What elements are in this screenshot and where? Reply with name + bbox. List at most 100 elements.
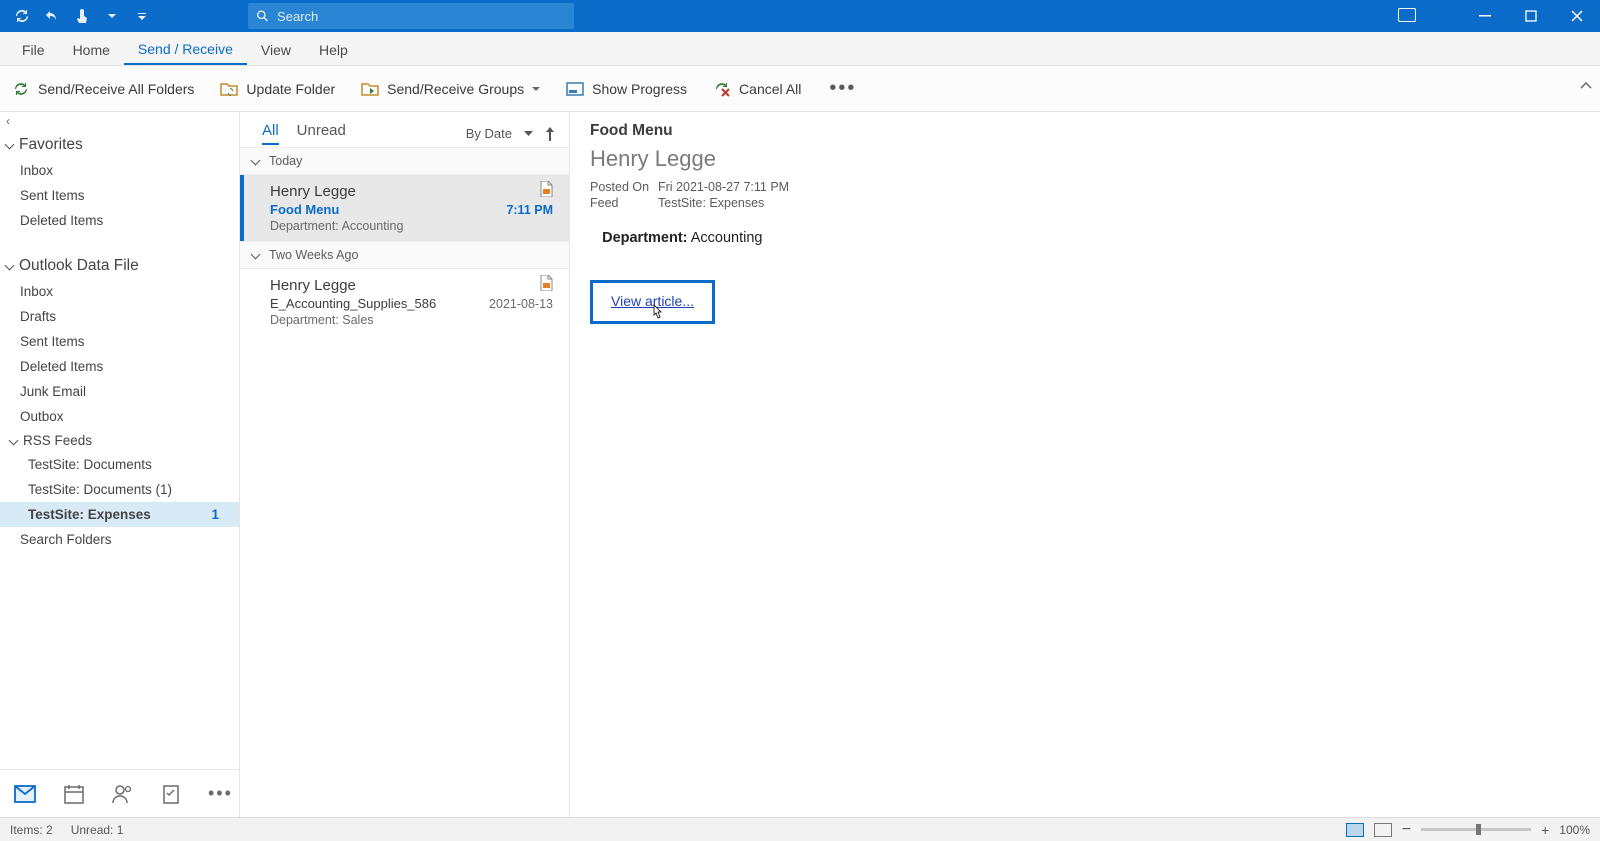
nav-more-icon[interactable]: ••• [208,783,233,804]
title-bar [0,0,1600,32]
tab-send-receive[interactable]: Send / Receive [124,33,247,65]
touch-mode-icon[interactable] [74,8,90,24]
quick-access-toolbar [0,8,150,24]
nav-bar: ••• [0,769,239,817]
ribbon-overflow[interactable]: ••• [823,77,862,100]
chevron-down-icon [6,257,15,275]
filter-all[interactable]: All [262,122,279,145]
meta-posted-on: Posted On Fri 2021-08-27 7:11 PM [590,180,1580,194]
tab-view[interactable]: View [247,34,305,65]
qat-more-icon[interactable] [134,8,150,24]
status-unread: Unread: 1 [71,823,124,837]
message-item[interactable]: Henry Legge E_Accounting_Supplies_586 De… [240,269,569,335]
message-preview: Department: Sales [270,313,553,327]
message-list-pane: All Unread By Date Today Henry Legge Foo… [240,112,570,817]
cmd-show-progress[interactable]: Show Progress [562,76,691,102]
calendar-icon[interactable] [64,784,84,804]
group-header[interactable]: Today [240,147,569,175]
search-box[interactable] [248,3,574,29]
cmd-label: Send/Receive Groups [387,81,524,97]
zoom-out-button[interactable]: − [1402,821,1411,839]
folder-sent-items[interactable]: Sent Items [0,183,239,208]
collapse-folder-pane[interactable]: ‹ [0,112,239,130]
rss-label: RSS Feeds [23,433,92,448]
folder-deleted-items[interactable]: Deleted Items [0,208,239,233]
layout-normal-icon[interactable] [1346,823,1364,837]
folder-deleted-items[interactable]: Deleted Items [0,354,239,379]
favorites-header[interactable]: Favorites [0,130,239,158]
people-icon[interactable] [112,784,134,804]
reading-pane: Food Menu Henry Legge Posted On Fri 2021… [570,112,1600,817]
meta-value: Fri 2021-08-27 7:11 PM [658,180,789,194]
zoom-in-button[interactable]: + [1541,822,1549,838]
meta-label: Posted On [590,180,658,194]
filter-bar: All Unread By Date [240,112,569,147]
attachment-icon [539,181,553,197]
group-label: Two Weeks Ago [269,248,358,262]
collapse-ribbon-icon[interactable] [1580,80,1592,92]
chevron-down-icon [252,248,261,262]
search-input[interactable] [277,9,566,24]
display-options-icon[interactable] [1398,8,1416,22]
sort-ascending-icon[interactable] [545,127,555,141]
cmd-update-folder[interactable]: Update Folder [216,76,339,102]
folder-sent-items[interactable]: Sent Items [0,329,239,354]
zoom-slider[interactable] [1421,828,1531,831]
sync-all-icon [12,80,30,98]
cmd-cancel-all[interactable]: Cancel All [709,76,805,102]
sync-icon[interactable] [14,8,30,24]
undo-icon[interactable] [44,8,60,24]
meta-value: TestSite: Expenses [658,196,764,210]
favorites-section: Favorites Inbox Sent Items Deleted Items [0,130,239,239]
sort-control[interactable]: By Date [466,126,555,141]
zoom-level: 100% [1559,823,1590,837]
cmd-send-receive-all[interactable]: Send/Receive All Folders [8,76,198,102]
tab-help[interactable]: Help [305,34,362,65]
rss-feeds-header[interactable]: RSS Feeds [0,429,239,452]
attachment-icon [539,275,553,291]
folder-outbox[interactable]: Outbox [0,404,239,429]
folder-search-folders[interactable]: Search Folders [0,527,239,552]
cmd-label: Send/Receive All Folders [38,81,194,97]
close-button[interactable] [1554,0,1600,32]
rss-feed-item[interactable]: TestSite: Documents (1) [0,477,239,502]
folder-junk-email[interactable]: Junk Email [0,379,239,404]
section-label: Outlook Data File [19,257,139,275]
search-icon [256,9,269,23]
tab-file[interactable]: File [8,34,59,65]
ribbon-tabs: File Home Send / Receive View Help [0,32,1600,66]
chevron-down-icon [6,136,15,154]
folder-drafts[interactable]: Drafts [0,304,239,329]
folder-inbox[interactable]: Inbox [0,158,239,183]
tab-home[interactable]: Home [59,34,124,65]
status-items: Items: 2 [10,823,53,837]
status-bar: Items: 2 Unread: 1 − + 100% [0,817,1600,841]
minimize-button[interactable] [1462,0,1508,32]
reading-sender: Henry Legge [590,146,1580,172]
message-time: 2021-08-13 [489,297,553,311]
datafile-header[interactable]: Outlook Data File [0,251,239,279]
folder-inbox[interactable]: Inbox [0,279,239,304]
chevron-down-icon [10,433,19,448]
message-item-selected[interactable]: Henry Legge Food Menu Department: Accoun… [240,175,569,241]
group-header[interactable]: Two Weeks Ago [240,241,569,269]
window-controls [1462,0,1600,32]
tasks-icon[interactable] [162,784,180,804]
meta-feed: Feed TestSite: Expenses [590,196,1580,210]
filter-unread[interactable]: Unread [297,122,346,145]
view-article-link[interactable]: View article... [611,293,694,309]
reading-subject: Food Menu [590,122,1580,140]
folder-pane: ‹ Favorites Inbox Sent Items Deleted Ite… [0,112,240,817]
rss-feed-item[interactable]: TestSite: Documents [0,452,239,477]
groups-icon [361,80,379,98]
layout-reading-icon[interactable] [1374,823,1392,837]
cmd-send-receive-groups[interactable]: Send/Receive Groups [357,76,544,102]
view-article-box: View article... [590,280,715,324]
body-label: Department: [602,230,687,246]
maximize-button[interactable] [1508,0,1554,32]
rss-feed-item-selected[interactable]: TestSite: Expenses 1 [0,502,239,527]
mail-icon[interactable] [14,785,36,803]
cancel-icon [713,80,731,98]
progress-icon [566,80,584,98]
qat-dropdown-icon[interactable] [104,8,120,24]
